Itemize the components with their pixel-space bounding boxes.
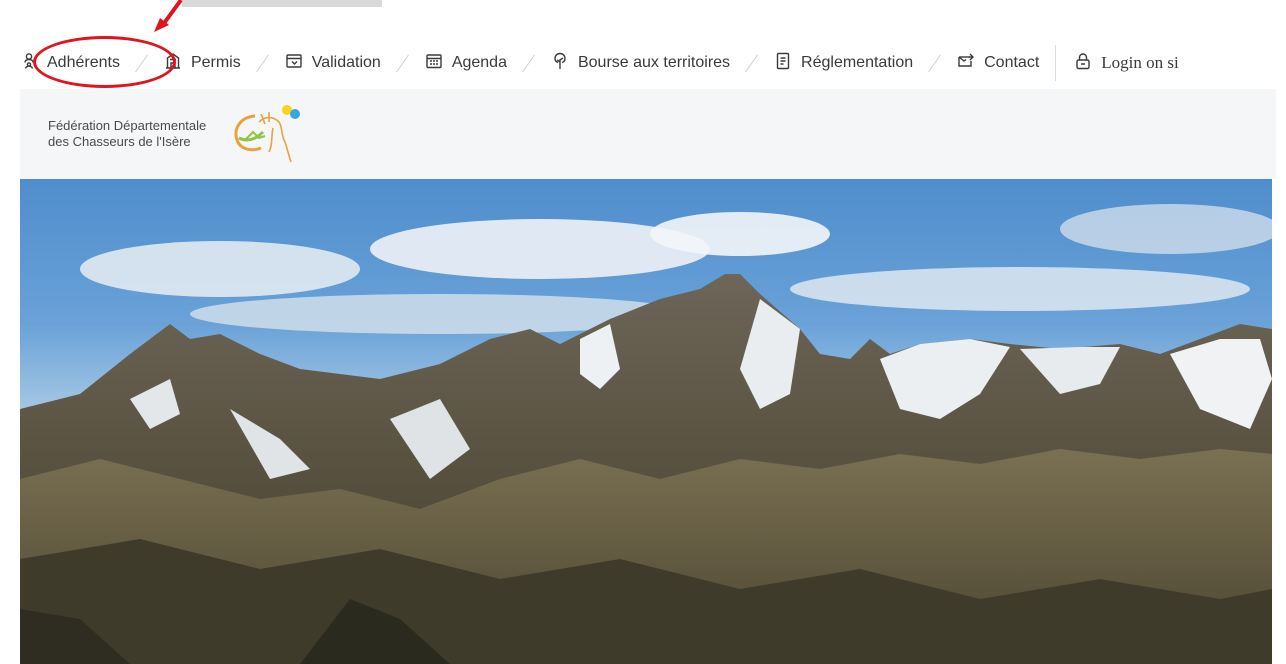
nav-label-agenda: Agenda (451, 54, 507, 71)
nav-label-bourse: Bourse aux territoires (577, 54, 731, 71)
nav-vertical-divider (1055, 45, 1057, 81)
site-name-line2: des Chasseurs de l'Isère (48, 134, 191, 149)
building-icon (164, 52, 182, 75)
envelope-icon (957, 52, 975, 75)
lock-icon (1074, 52, 1092, 75)
caption-highlight (182, 0, 382, 7)
nav-item-permis[interactable]: Permis (164, 52, 241, 75)
federation-logo[interactable] (225, 102, 315, 166)
nav-item-agenda[interactable]: Agenda (425, 52, 507, 75)
nav-item-adherents[interactable]: Adhérents (20, 52, 120, 75)
nav-label-reglementation: Réglementation (801, 54, 914, 71)
page-right-edge (1272, 179, 1286, 664)
nav-separator (522, 53, 536, 73)
nav-separator (928, 53, 942, 73)
nav-separator (396, 53, 410, 73)
document-icon (774, 52, 792, 75)
calendar-icon (425, 52, 443, 75)
nav-item-contact[interactable]: Contact (957, 52, 1039, 75)
tree-icon (551, 52, 569, 75)
nav-item-reglementation[interactable]: Réglementation (774, 52, 913, 75)
site-name[interactable]: Fédération Départementale des Chasseurs … (48, 118, 206, 150)
ticket-icon (285, 52, 303, 75)
nav-label-validation: Validation (311, 54, 381, 71)
site-name-line1: Fédération Départementale (48, 118, 207, 133)
document-caption-strip (0, 0, 1286, 30)
nav-label-login: Login on si (1101, 53, 1179, 72)
site-header: Fédération Départementale des Chasseurs … (20, 89, 1276, 179)
nav-label-permis: Permis (190, 54, 241, 71)
nav-item-validation[interactable]: Validation (285, 52, 381, 75)
nav-separator (256, 53, 270, 73)
top-nav: Adhérents Permis Validation Agenda Bours… (20, 38, 1286, 88)
nav-item-bourse[interactable]: Bourse aux territoires (551, 52, 730, 75)
user-group-icon (20, 52, 38, 75)
nav-separator (135, 53, 149, 73)
nav-separator (745, 53, 759, 73)
nav-label-contact: Contact (984, 54, 1040, 71)
hero-mountain-photo (20, 179, 1272, 664)
nav-item-login[interactable]: Login on si (1074, 52, 1179, 75)
nav-label-adherents: Adhérents (47, 54, 120, 71)
